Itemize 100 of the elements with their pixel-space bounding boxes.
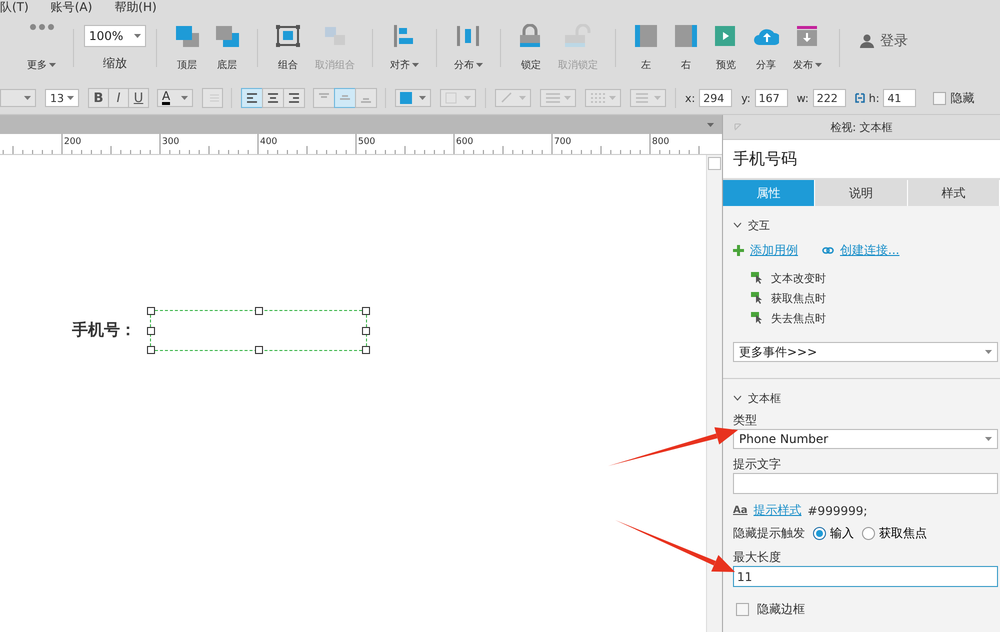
ruler-label: 300 xyxy=(162,137,180,147)
menu-item[interactable]: 账号(A) xyxy=(50,1,92,13)
toolbar-button[interactable]: 锁定 xyxy=(511,24,551,72)
dashed-lines-icon xyxy=(590,91,606,105)
shadow-dropdown[interactable] xyxy=(440,89,476,107)
link-icon xyxy=(854,93,865,103)
toolbar-button[interactable]: 发布 xyxy=(786,24,829,72)
line-weight-dropdown[interactable] xyxy=(540,89,576,107)
radio-option[interactable]: 获取焦点 xyxy=(862,525,931,542)
caret-icon xyxy=(464,96,471,100)
font-family-dropdown[interactable] xyxy=(0,89,36,107)
toolbar-button[interactable]: 对齐 xyxy=(383,24,426,72)
position-label: x: xyxy=(685,92,696,104)
max-length-label: 最大长度 xyxy=(733,549,782,563)
toolbar-button[interactable]: 右 xyxy=(666,24,706,72)
caret-icon xyxy=(419,96,426,100)
hint-color-value: #999999; xyxy=(808,504,868,518)
panel-left-icon xyxy=(633,24,659,48)
ruler-label: 500 xyxy=(358,137,376,147)
section-header[interactable]: 文本框 xyxy=(733,391,1000,405)
radio-button[interactable] xyxy=(862,527,875,540)
plus-icon xyxy=(733,245,744,256)
position-field[interactable]: 222 xyxy=(812,89,846,107)
font-icon: Aa xyxy=(733,505,748,516)
hide-border-label: 隐藏边框 xyxy=(757,601,805,618)
unlock-icon xyxy=(565,24,591,48)
toolbar-button[interactable]: 预览 xyxy=(706,24,746,72)
font-color-dropdown[interactable]: A xyxy=(157,89,193,107)
caret-icon xyxy=(985,437,992,441)
text-align-center-button[interactable] xyxy=(262,88,284,108)
radio-option[interactable]: 输入 xyxy=(813,525,858,542)
toolbar-button[interactable]: 组合 xyxy=(268,24,308,72)
cursor-flag-icon xyxy=(751,312,763,324)
panel-right-icon xyxy=(673,24,699,48)
text-align-right-button[interactable] xyxy=(283,88,305,108)
hide-hint-label: 隐藏提示触发 xyxy=(733,525,805,542)
login-button[interactable]: 登录 xyxy=(850,32,908,50)
hint-text-label: 提示文字 xyxy=(733,456,782,470)
position-field[interactable]: 167 xyxy=(754,89,788,107)
ruler-label: 700 xyxy=(554,137,572,147)
italic-button[interactable]: I xyxy=(108,88,129,108)
lines-icon xyxy=(266,92,280,104)
ruler-label: 600 xyxy=(456,137,474,147)
panel-tab[interactable]: 样式 xyxy=(908,180,1000,206)
line-color-dropdown[interactable] xyxy=(495,89,531,107)
menu-item[interactable]: 队(T) xyxy=(0,1,29,13)
type-dropdown[interactable]: Phone Number xyxy=(733,429,998,449)
event-item[interactable]: 文本改变时 xyxy=(751,268,1000,288)
hidden-checkbox[interactable] xyxy=(933,92,946,104)
vertical-align-middle-button[interactable] xyxy=(334,88,356,108)
event-item[interactable]: 失去焦点时 xyxy=(751,308,1000,328)
text-align-left-button[interactable] xyxy=(241,88,263,108)
position-field[interactable]: 41 xyxy=(883,89,916,107)
type-label: 类型 xyxy=(733,412,758,426)
panel-tab[interactable]: 说明 xyxy=(815,180,908,206)
lines-icon xyxy=(635,91,651,105)
zoom-label: 缩放 xyxy=(103,55,127,72)
fill-color-dropdown[interactable] xyxy=(395,89,431,107)
field-label: 手机号： xyxy=(72,320,136,341)
ruler-label: 400 xyxy=(260,137,278,147)
ungroup-icon xyxy=(322,24,348,48)
caret-icon xyxy=(134,34,141,38)
arrow-style-dropdown[interactable] xyxy=(630,89,666,107)
position-label: y: xyxy=(741,92,751,104)
position-field[interactable]: 294 xyxy=(699,89,732,107)
more-events-dropdown[interactable]: 更多事件>>> xyxy=(733,342,998,362)
hide-border-checkbox[interactable] xyxy=(736,603,749,616)
toolbar-button[interactable]: 更多 xyxy=(20,24,63,72)
underline-button[interactable]: U xyxy=(128,88,149,108)
bullet-list-button[interactable] xyxy=(202,88,223,108)
section-header[interactable]: 交互 xyxy=(733,218,1000,232)
position-label: h: xyxy=(868,92,880,104)
menu-item[interactable]: 帮助(H) xyxy=(114,1,157,13)
toolbar-button[interactable]: 分享 xyxy=(746,24,786,72)
max-length-field[interactable]: 11 xyxy=(733,566,998,587)
hint-text-field[interactable] xyxy=(733,473,998,494)
vertical-align-top-button[interactable] xyxy=(313,88,335,108)
caret-icon xyxy=(181,96,188,100)
widget-name-field[interactable]: 手机号码 xyxy=(723,140,1000,180)
radio-button[interactable] xyxy=(813,527,826,540)
line-style-dropdown[interactable] xyxy=(585,89,621,107)
toolbar-button[interactable]: 分布 xyxy=(447,24,490,72)
toolbar-button[interactable]: 底层 xyxy=(207,24,247,72)
toolbar-button[interactable]: 左 xyxy=(626,24,666,72)
user-icon xyxy=(860,34,874,48)
zoom-dropdown[interactable]: 100% xyxy=(84,25,146,47)
group-icon xyxy=(275,24,301,48)
cursor-flag-icon xyxy=(751,292,763,304)
text-field-widget[interactable] xyxy=(150,310,367,351)
event-item[interactable]: 获取焦点时 xyxy=(751,288,1000,308)
vertical-align-bottom-button[interactable] xyxy=(355,88,377,108)
bold-button[interactable]: B xyxy=(88,88,109,108)
toolbar-button[interactable]: 顶层 xyxy=(167,24,207,72)
font-size-dropdown[interactable]: 13 xyxy=(45,89,79,107)
scrollbar-thumb[interactable] xyxy=(708,157,721,170)
chevron-down-icon xyxy=(733,395,742,401)
caret-icon xyxy=(654,96,661,100)
caret-icon xyxy=(564,96,571,100)
chevron-down-icon xyxy=(733,222,742,228)
caret-icon xyxy=(985,350,992,354)
